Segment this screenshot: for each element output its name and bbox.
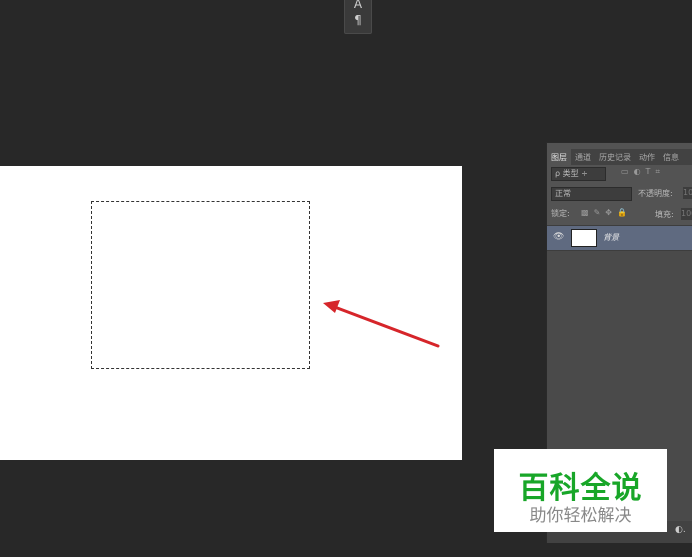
opacity-label: 不透明度: — [638, 189, 673, 198]
tab-layers[interactable]: 图层 — [547, 149, 571, 165]
lock-all-icon[interactable]: 🔒 — [617, 208, 632, 217]
character-icon[interactable]: A — [345, 0, 371, 11]
blend-mode-select[interactable]: 正常 — [551, 187, 632, 201]
lock-move-icon[interactable]: ✥ — [605, 208, 617, 217]
type-filter-icon[interactable]: T — [646, 167, 656, 176]
fill-label: 填充: — [655, 210, 674, 219]
paragraph-icon[interactable]: ¶ — [345, 13, 371, 27]
red-arrow-annotation — [323, 300, 440, 348]
layer-row[interactable]: 👁 背景 — [547, 225, 692, 251]
lock-paint-icon[interactable]: ✎ — [594, 208, 606, 217]
filter-kind-select[interactable]: ρ 类型 ÷ — [551, 167, 606, 181]
watermark-subtitle: 助你轻松解决 — [529, 506, 632, 526]
image-filter-icon[interactable]: ▭ — [621, 167, 634, 176]
blend-row: 正常 不透明度: 100 — [551, 187, 692, 201]
mini-toolbar: A ¶ — [344, 0, 372, 34]
fill-input[interactable]: 100 — [681, 208, 692, 220]
layer-name: 背景 — [603, 233, 619, 242]
watermark-logo: 百科全说 助你轻松解决 — [494, 449, 667, 532]
lock-transparent-icon[interactable]: ▩ — [581, 208, 594, 217]
panel-tabs: 图层 通道 历史记录 动作 信息 — [547, 149, 692, 165]
tab-channels[interactable]: 通道 — [571, 149, 595, 165]
tab-actions[interactable]: 动作 — [635, 149, 659, 165]
eye-icon[interactable]: 👁 — [553, 232, 564, 242]
layer-filter-row: ρ 类型 ÷ ▭◐T⌗ — [551, 167, 692, 181]
opacity-input[interactable]: 100 — [683, 187, 692, 199]
layer-thumbnail — [571, 229, 597, 247]
marquee-selection[interactable] — [91, 201, 310, 369]
adjustment-filter-icon[interactable]: ◐ — [634, 167, 646, 176]
lock-label: 锁定: — [551, 209, 570, 218]
lock-row: 锁定: ▩✎✥🔒 填充: 100 — [551, 208, 692, 222]
shape-filter-icon[interactable]: ⌗ — [655, 167, 665, 176]
adjustment-layer-icon[interactable]: ◐. — [675, 525, 686, 535]
tab-info[interactable]: 信息 — [659, 149, 683, 165]
tab-history[interactable]: 历史记录 — [595, 149, 635, 165]
